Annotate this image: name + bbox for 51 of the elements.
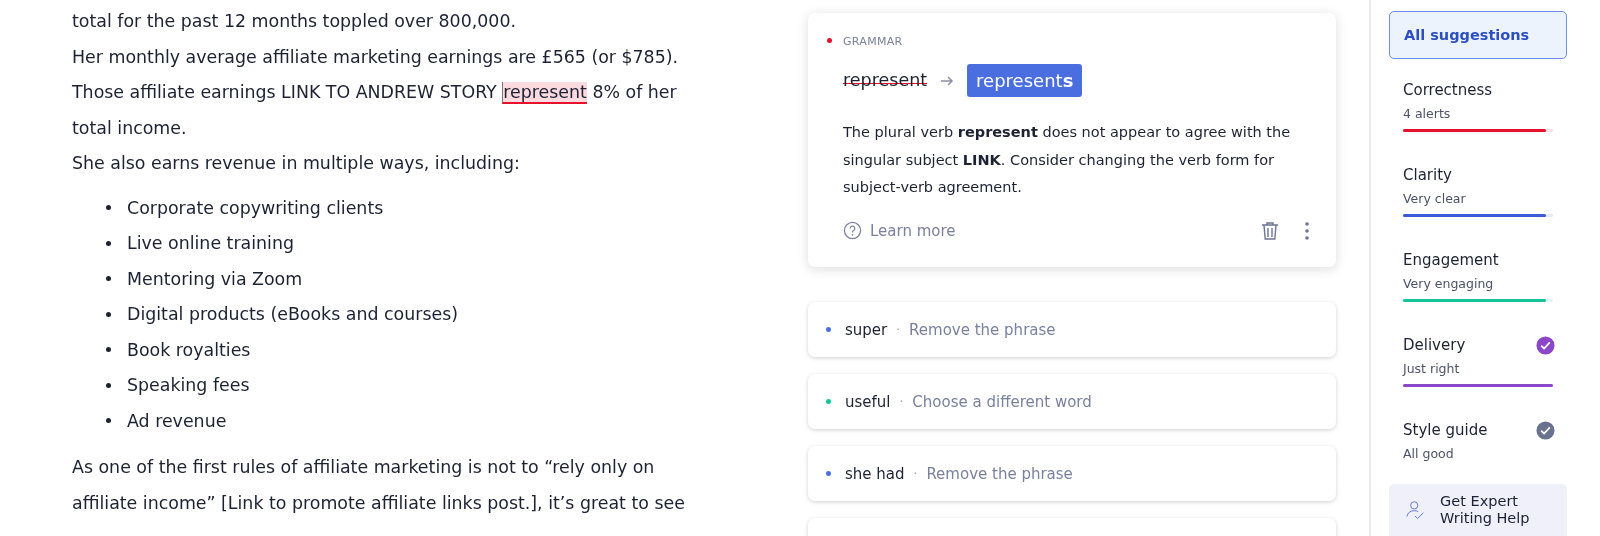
suggestion-hint: Remove the phrase xyxy=(909,320,1056,339)
category-name[interactable]: Delivery xyxy=(1403,336,1466,354)
paragraph: total for the past 12 months toppled over 800,000. xyxy=(72,10,517,33)
paragraph: Those affiliate earnings LINK TO ANDREW STORY represent 8% of her total income. xyxy=(72,81,678,140)
expert-help-button[interactable]: Get Expert Writing Help xyxy=(1389,484,1567,536)
list-item: Mentoring via Zoom xyxy=(127,268,303,289)
list-item: Book royalties xyxy=(127,339,251,360)
category-name[interactable]: Style guide xyxy=(1403,421,1488,439)
suggestion-hint: Remove the phrase xyxy=(926,464,1073,483)
all-suggestions-tab[interactable]: All suggestions xyxy=(1389,11,1567,59)
separator: · xyxy=(913,466,918,481)
category-status: Very engaging xyxy=(1403,276,1495,291)
separator: · xyxy=(896,322,901,337)
trash-icon[interactable] xyxy=(1260,219,1280,242)
suggestion-card[interactable]: super · Remove the phrase xyxy=(808,302,1336,357)
category-status: Just right xyxy=(1403,361,1461,376)
flagged-word: super xyxy=(845,320,888,339)
list-item: Ad revenue xyxy=(127,410,227,431)
bullet-icon xyxy=(106,347,111,353)
bullet-icon xyxy=(106,276,111,282)
flagged-word: useful xyxy=(845,392,891,411)
replacement-button[interactable]: represents xyxy=(967,64,1083,97)
category-name[interactable]: Clarity xyxy=(1403,166,1452,184)
bullet-icon xyxy=(106,382,111,388)
paragraph: As one of the first rules of affiliate marketing is not to “rely only on affiliate income” [Link to promote affiliate links post.], it’s great to see xyxy=(72,456,686,516)
flagged-word: she had xyxy=(845,464,905,483)
category-status: 4 alerts xyxy=(1403,106,1452,121)
separator: · xyxy=(899,394,904,409)
list-item: Speaking fees xyxy=(127,375,250,396)
bullet-icon xyxy=(106,240,111,246)
category-name[interactable]: Correctness xyxy=(1403,81,1493,99)
suggestion-card[interactable]: useful · Choose a different word xyxy=(808,374,1336,429)
bullet-icon xyxy=(106,311,111,317)
category-status: All good xyxy=(1403,446,1455,461)
bullet-icon xyxy=(106,205,111,211)
explanation-text: The plural verb represent does not appear to agree with the singular subject LINK. Consider changing the verb form for subject-verb agreement. xyxy=(843,123,1292,197)
list-item: Live online training xyxy=(127,233,294,254)
bullet-icon xyxy=(106,418,111,424)
list-item: Digital products (eBooks and courses) xyxy=(127,304,458,325)
category-status: Very clear xyxy=(1403,191,1467,206)
suggestion-hint: Choose a different word xyxy=(912,392,1092,411)
help-icon xyxy=(843,221,862,240)
learn-more-link[interactable]: Learn more xyxy=(843,221,956,240)
paragraph: She also earns revenue in multiple ways, including: xyxy=(72,152,521,176)
category-name[interactable]: Engagement xyxy=(1403,251,1499,269)
suggestion-card[interactable]: she had · Remove the phrase xyxy=(808,446,1336,501)
list-item: Corporate copywriting clients xyxy=(127,197,384,218)
flagged-word[interactable]: represent xyxy=(502,82,587,105)
category-label: GRAMMAR xyxy=(843,35,903,48)
more-icon[interactable] xyxy=(1304,220,1310,241)
paragraph: Her monthly average affiliate marketing earnings are £565 (or $785). xyxy=(72,45,680,69)
